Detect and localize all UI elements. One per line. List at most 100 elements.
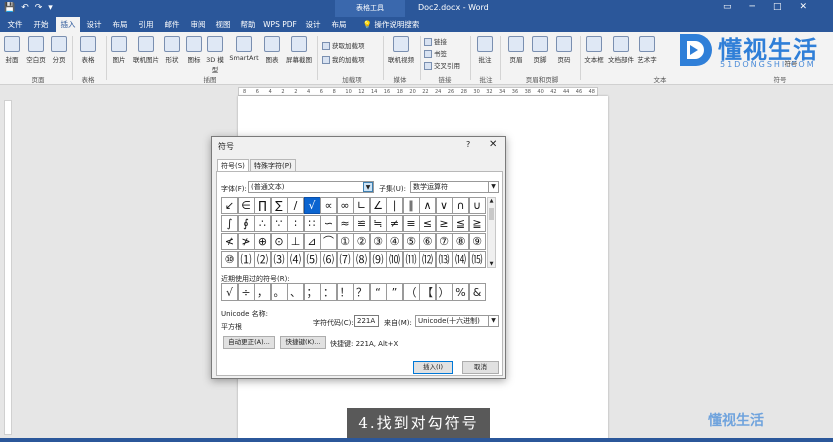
tab-review[interactable]: 审阅 [186, 17, 210, 32]
tab-design[interactable]: 设计 [82, 17, 106, 32]
recent-symbol-cell[interactable]: ？ [353, 283, 370, 301]
symbol-cell[interactable]: ∕ [287, 197, 304, 214]
symbol-cell[interactable]: ∝ [320, 197, 337, 214]
symbol-cell[interactable]: ⑦ [435, 233, 453, 250]
symbol-cell[interactable]: ≮ [221, 233, 238, 250]
recent-symbol-cell[interactable]: & [468, 283, 486, 301]
tab-home[interactable]: 开始 [29, 17, 53, 32]
header-button[interactable]: 页眉 [507, 36, 525, 64]
close-window-button[interactable]: ✕ [799, 2, 825, 12]
my-addins-button[interactable]: 我的加载项 [322, 54, 365, 64]
symbol-cell[interactable]: ∠ [369, 197, 387, 214]
insert-button[interactable]: 插入(I) [413, 361, 453, 374]
symbol-cell[interactable]: ② [353, 233, 370, 250]
recent-symbol-cell[interactable]: （ [402, 283, 420, 301]
symbol-cell[interactable]: ⑥ [419, 233, 436, 250]
smartart-button[interactable]: SmartArt [228, 36, 260, 62]
symbol-cell[interactable]: ≯ [237, 233, 255, 250]
recent-symbol-cell[interactable]: ） [435, 283, 453, 301]
symbol-cell[interactable]: ∫ [221, 215, 238, 232]
wordart-button[interactable]: 艺术字 [637, 36, 657, 64]
symbol-cell[interactable]: ∽ [320, 215, 337, 232]
symbol-cell[interactable]: ≦ [452, 215, 469, 232]
symbol-cell[interactable]: ⑼ [369, 251, 387, 268]
footer-button[interactable]: 页脚 [531, 36, 549, 64]
scroll-down-icon[interactable]: ▼ [488, 261, 495, 267]
symbol-cell[interactable]: ∞ [336, 197, 354, 214]
symbol-cell[interactable]: ⑺ [336, 251, 354, 268]
chevron-down-icon[interactable]: ▼ [488, 182, 498, 192]
symbol-cell[interactable]: ∏ [254, 197, 271, 214]
symbol-cell[interactable]: ≡ [402, 215, 420, 232]
tab-layout[interactable]: 布局 [108, 17, 132, 32]
symbol-cell[interactable]: ≧ [468, 215, 486, 232]
symbol-cell[interactable]: ⑻ [353, 251, 370, 268]
recent-symbol-cell[interactable]: ÷ [237, 283, 255, 301]
symbol-cell[interactable]: ∨ [435, 197, 453, 214]
tab-symbols[interactable]: 符号(S) [217, 159, 249, 171]
table-button[interactable]: 表格 [77, 36, 99, 64]
symbol-cell[interactable]: ⌒ [320, 233, 337, 250]
tab-view[interactable]: 视图 [211, 17, 235, 32]
symbol-cell[interactable]: ⊥ [287, 233, 304, 250]
symbol-cell[interactable]: ⑽ [386, 251, 403, 268]
symbol-cell[interactable]: ⊙ [270, 233, 288, 250]
symbol-cell[interactable]: ⊕ [254, 233, 271, 250]
quick-access-toolbar[interactable]: 💾↶↷▾ [4, 3, 59, 13]
cancel-button[interactable]: 取消 [462, 361, 499, 374]
shortcut-key-button[interactable]: 快捷键(K)... [280, 336, 326, 349]
chevron-down-icon[interactable]: ▼ [488, 316, 498, 326]
horizontal-ruler[interactable]: 8 6 4 2 2 4 6 8 10 12 14 16 18 20 22 24 26 28 30 32 34 36 38 40… [238, 87, 598, 96]
chevron-down-icon[interactable]: ▼ [363, 182, 373, 192]
symbol-cell[interactable]: ∣ [386, 197, 403, 214]
symbol-cell[interactable]: ⑹ [320, 251, 337, 268]
tab-references[interactable]: 引用 [134, 17, 158, 32]
symbol-cell[interactable]: ⑨ [468, 233, 486, 250]
symbol-cell[interactable]: ⑤ [402, 233, 420, 250]
symbol-cell[interactable]: ⒀ [435, 251, 453, 268]
recent-symbol-cell[interactable]: ； [303, 283, 321, 301]
tab-file[interactable]: 文件 [3, 17, 27, 32]
tab-table-design[interactable]: 设计 [301, 17, 325, 32]
recent-symbol-cell[interactable]: 【 [419, 283, 436, 301]
ribbon-display-button[interactable]: ▭ [723, 2, 750, 12]
maximize-button[interactable]: □ [773, 2, 800, 12]
symbol-cell[interactable]: ⑸ [303, 251, 321, 268]
font-select[interactable]: (普通文本) ▼ [248, 181, 374, 193]
window-controls[interactable]: ▭─□✕ [723, 2, 825, 12]
quick-parts-button[interactable]: 文档部件 [608, 36, 634, 64]
3d-models-button[interactable]: 3D 模型 [205, 36, 225, 74]
symbol-cell[interactable]: ⑩ [221, 251, 238, 268]
shapes-button[interactable]: 形状 [162, 36, 182, 64]
cover-page-button[interactable]: 封面 [3, 36, 21, 64]
help-button[interactable]: ? [466, 140, 470, 149]
recent-symbol-cell[interactable]: ” [386, 283, 403, 301]
symbol-cell[interactable]: ∑ [270, 197, 288, 214]
symbol-cell[interactable]: ∈ [237, 197, 255, 214]
recent-symbol-cell[interactable]: 、 [287, 283, 304, 301]
recent-symbol-cell[interactable]: “ [369, 283, 387, 301]
symbol-cell[interactable]: ⑴ [237, 251, 255, 268]
pictures-button[interactable]: 图片 [110, 36, 128, 64]
symbol-cell[interactable]: ∥ [402, 197, 420, 214]
symbol-cell[interactable]: ① [336, 233, 354, 250]
symbol-cell[interactable]: ⑶ [270, 251, 288, 268]
icons-button[interactable]: 图标 [186, 36, 202, 64]
tab-wps-pdf[interactable]: WPS PDF [262, 17, 298, 32]
symbol-cell[interactable]: ≒ [369, 215, 387, 232]
symbol-cell[interactable]: ≈ [336, 215, 354, 232]
symbol-cell[interactable]: ∶ [287, 215, 304, 232]
cross-reference-button[interactable]: 交叉引用 [424, 60, 460, 70]
tell-me-search[interactable]: 💡 操作说明搜索 [355, 17, 427, 32]
symbol-cell[interactable]: ∩ [452, 197, 469, 214]
tab-table-layout[interactable]: 布局 [327, 17, 351, 32]
symbol-cell[interactable]: ∧ [419, 197, 436, 214]
symbol-cell[interactable]: ⒂ [468, 251, 486, 268]
text-box-button[interactable]: 文本框 [584, 36, 604, 64]
chart-button[interactable]: 图表 [263, 36, 281, 64]
symbol-cell[interactable]: ≠ [386, 215, 403, 232]
recent-symbol-cell[interactable]: ： [320, 283, 337, 301]
autocorrect-button[interactable]: 自动更正(A)... [223, 336, 275, 349]
symbol-cell[interactable]: ⑧ [452, 233, 469, 250]
vertical-ruler[interactable] [4, 100, 12, 435]
